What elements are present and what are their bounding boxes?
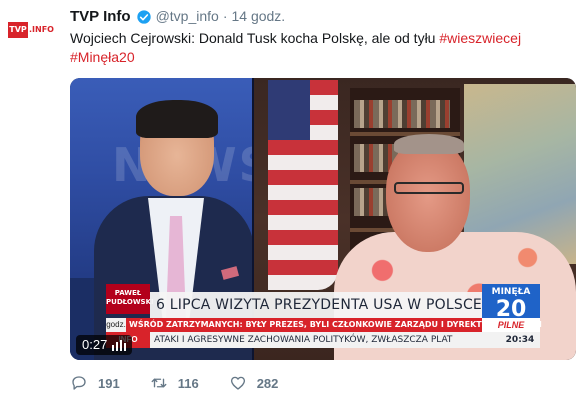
retweet-count: 116 <box>177 375 199 391</box>
volume-bars-icon <box>112 340 127 351</box>
heart-icon <box>230 376 245 390</box>
tweet-text: Wojciech Cejrowski: Donald Tusk kocha Po… <box>70 29 570 67</box>
verified-badge-icon <box>136 9 151 24</box>
ticker-top-text: WŚRÓD ZATRZYMANYCH: BYŁY PREZES, BYLI CZ… <box>129 320 542 329</box>
guest-glasses <box>394 182 464 194</box>
tweet-actions: 191 116 282 <box>70 372 308 394</box>
avatar[interactable]: TVP .INFO <box>8 22 66 40</box>
video-duration: 0:27 <box>82 337 108 352</box>
tweet-header: TVP Info @tvp_info · 14 godz. <box>70 6 285 26</box>
reply-count: 191 <box>98 375 120 391</box>
like-button[interactable]: 282 <box>229 374 279 392</box>
tweet-body: Wojciech Cejrowski: Donald Tusk kocha Po… <box>70 30 440 46</box>
presenter-name-box: PAWEŁ PUDŁOWSKI <box>106 284 154 314</box>
guest-head <box>386 140 470 252</box>
hashtag-minela20[interactable]: #Minęła20 <box>70 49 135 65</box>
hashtag-wieszwiecej[interactable]: #wieszwiecej <box>439 30 521 46</box>
minela20-logo-top: MINĘŁA <box>491 287 531 297</box>
like-count: 282 <box>256 375 279 391</box>
book-row <box>354 100 450 128</box>
ticker-time-label: godz. 10:15 <box>106 318 126 343</box>
reply-icon <box>72 376 86 390</box>
reply-button[interactable]: 191 <box>70 374 120 392</box>
video-player[interactable]: NEWS MINĘŁA 20 PAWE <box>70 78 576 360</box>
pilne-label: PILNE <box>482 318 540 332</box>
display-name[interactable]: TVP Info <box>70 8 131 25</box>
ticker-top: godz. 10:15 WŚRÓD ZATRZYMANYCH: BYŁY PRE… <box>106 318 542 343</box>
ticker-bottom-text: ATAKI I AGRESYWNE ZACHOWANIA POLITYKÓW, … <box>154 335 453 345</box>
retweet-icon <box>151 378 167 388</box>
avatar-logo-info: .INFO <box>28 22 66 38</box>
video-duration-badge: 0:27 <box>76 335 133 355</box>
timestamp[interactable]: 14 godz. <box>231 8 285 24</box>
presenter-last-name: PUDŁOWSKI <box>106 298 154 306</box>
guest-hair <box>394 134 464 154</box>
avatar-logo-tvp: TVP <box>8 22 28 38</box>
anchor-hair <box>136 100 218 138</box>
handle[interactable]: @tvp_info <box>156 8 219 24</box>
ticker-bottom: INFO ATAKI I AGRESYWNE ZACHOWANIA POLITY… <box>106 332 540 348</box>
retweet-button[interactable]: 116 <box>150 374 199 392</box>
ticker-clock: 20:34 <box>505 335 535 345</box>
separator: · <box>222 8 228 24</box>
us-flag-canton <box>268 80 310 140</box>
tweet: TVP .INFO TVP Info @tvp_info · 14 godz. … <box>0 0 585 400</box>
presenter-first-name: PAWEŁ <box>114 289 142 297</box>
video-headline: 6 LIPCA WIZYTA PREZYDENTA USA W POLSCE <box>150 292 482 318</box>
